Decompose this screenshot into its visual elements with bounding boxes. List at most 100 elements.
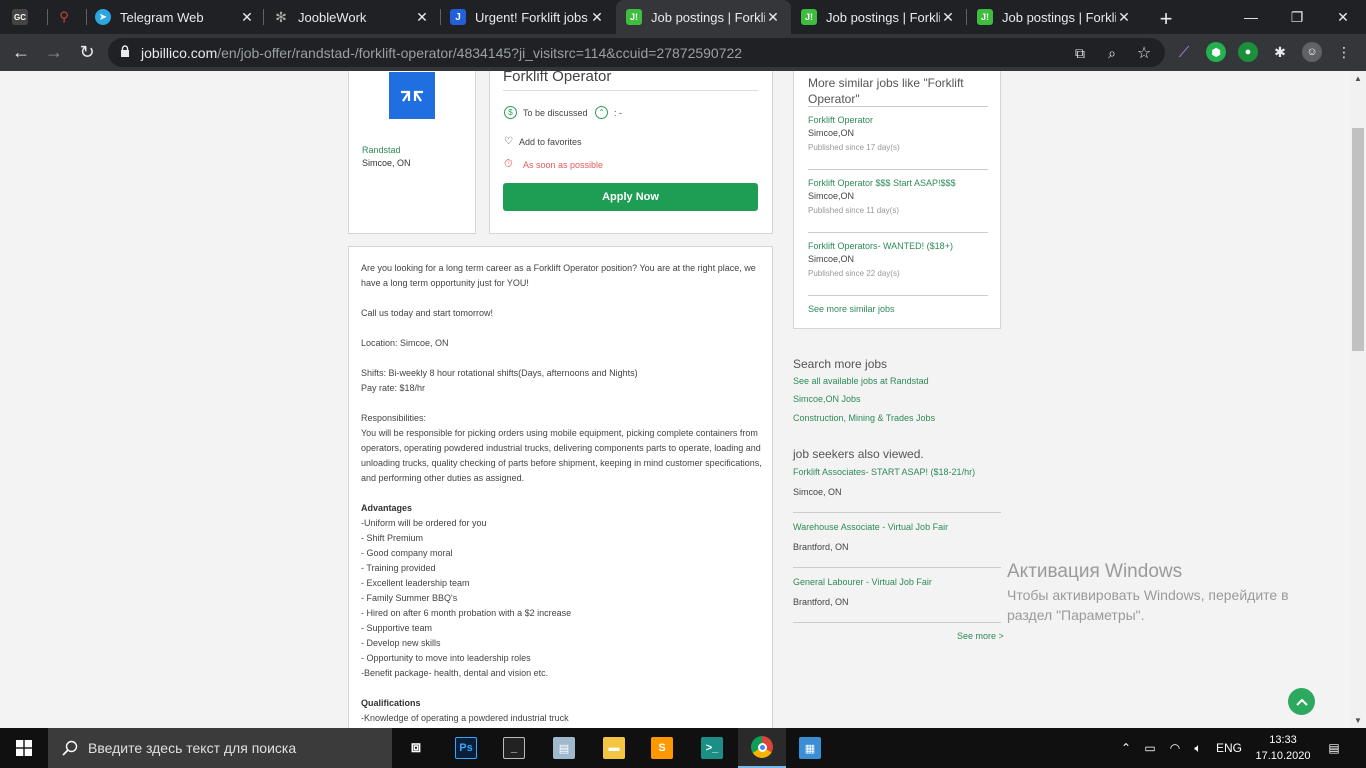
also-viewed-link[interactable]: Warehouse Associate - Virtual Job Fair	[793, 522, 948, 532]
url-text: jobillico.com/en/job-offer/randstad-/for…	[141, 45, 743, 61]
heart-icon[interactable]: ♡	[504, 136, 513, 147]
tab-job-postings-active[interactable]: J! Job postings | Forklift ✕	[616, 0, 791, 34]
location-jobs-link[interactable]: Simcoe,ON Jobs	[793, 394, 861, 404]
shell-app[interactable]: >_	[688, 728, 736, 768]
profile-avatar[interactable]: ☺	[1302, 42, 1322, 62]
control-panel-app[interactable]: ▦	[786, 728, 834, 768]
category-jobs-link[interactable]: Construction, Mining & Trades Jobs	[793, 413, 935, 423]
feather-extension-icon[interactable]: ⟋	[1174, 42, 1194, 62]
randstad-logo[interactable]	[389, 72, 435, 119]
advantages-heading: Advantages	[361, 503, 413, 513]
telegram-icon: ➤	[95, 9, 111, 25]
green-extension-icon[interactable]: ⬢	[1206, 42, 1226, 62]
close-tab-icon[interactable]: ✕	[765, 9, 781, 26]
bookmark-star-icon[interactable]: ☆	[1134, 43, 1154, 63]
taskbar-clock[interactable]: 13:33 17.10.2020	[1252, 732, 1314, 764]
chrome-app[interactable]	[738, 728, 786, 768]
tab-jooblework[interactable]: ✻ JoobleWork ✕	[273, 0, 440, 34]
advantage-item: - Good company moral	[361, 548, 453, 558]
company-jobs-link[interactable]: See all available jobs at Randstad	[793, 376, 929, 386]
address-bar[interactable]: jobillico.com/en/job-offer/randstad-/for…	[108, 38, 1165, 67]
start-button[interactable]	[0, 728, 48, 768]
similar-job-link[interactable]: Forklift Operator	[808, 114, 988, 127]
sublime-icon: S	[651, 737, 673, 759]
new-tab-button[interactable]: +	[1156, 6, 1176, 32]
scroll-down-arrow-icon[interactable]: ▼	[1354, 716, 1362, 725]
zoom-icon[interactable]: ⌕	[1102, 43, 1122, 63]
tab-urgent-forklift[interactable]: J Urgent! Forklift jobs ✕	[450, 0, 615, 34]
clock-date: 17.10.2020	[1255, 750, 1311, 762]
close-tab-icon[interactable]: ✕	[589, 9, 605, 26]
job-description-card: Are you looking for a long term career a…	[348, 246, 773, 728]
job-title: Forklift Operator	[503, 71, 612, 85]
windows-logo-icon	[16, 740, 32, 756]
also-viewed-link[interactable]: General Labourer - Virtual Job Fair	[793, 577, 932, 587]
similar-job-published: Published since 22 day(s)	[808, 269, 900, 278]
tab-pinned-gc[interactable]: GC	[12, 0, 46, 34]
reload-button[interactable]: ↻	[75, 40, 99, 64]
see-more-similar-link[interactable]: See more similar jobs	[808, 303, 988, 316]
task-view-button[interactable]: ⧈	[392, 728, 440, 768]
apply-now-button[interactable]: Apply Now	[503, 183, 758, 211]
also-viewed-link[interactable]: Forklift Associates- START ASAP! ($18-21…	[793, 467, 975, 477]
gc-favicon-icon: GC	[12, 9, 28, 25]
wifi-icon[interactable]: ◠	[1165, 728, 1185, 768]
file-explorer-app[interactable]: ▬	[590, 728, 638, 768]
close-tab-icon[interactable]: ✕	[239, 9, 255, 26]
company-link[interactable]: Randstad	[362, 145, 401, 155]
page-viewport: Randstad Simcoe, ON Forklift Operator $ …	[0, 71, 1350, 728]
schedule-icon: ⌃	[595, 106, 608, 119]
menu-kebab-icon[interactable]: ⋮	[1334, 42, 1354, 62]
add-to-favorites-link[interactable]: Add to favorites	[519, 137, 582, 147]
tab-job-postings-2[interactable]: J! Job postings | Forklift ✕	[801, 0, 966, 34]
similar-job-published: Published since 11 day(s)	[808, 206, 900, 215]
scroll-to-top-button[interactable]	[1288, 688, 1315, 715]
scroll-up-arrow-icon[interactable]: ▲	[1354, 74, 1362, 83]
company-location: Simcoe, ON	[362, 158, 411, 168]
tab-title: Job postings | Forklift	[651, 9, 765, 25]
terminal-app[interactable]: _	[490, 728, 538, 768]
taskbar-search[interactable]: Введите здесь текст для поиска	[48, 728, 392, 768]
tray-chevron-up-icon[interactable]: ⌃	[1116, 728, 1136, 768]
tab-pinned-pin[interactable]: ⚲	[56, 0, 86, 34]
page-scrollbar[interactable]: ▲ ▼	[1350, 71, 1366, 728]
similar-job-link[interactable]: Forklift Operator $$$ Start ASAP!$$$	[808, 177, 988, 190]
language-indicator[interactable]: ENG	[1212, 728, 1246, 768]
similar-job-location: Simcoe,ON	[808, 254, 855, 264]
similar-jobs-heading: More similar jobs like "Forklift Operato…	[808, 76, 964, 106]
notifications-icon[interactable]: ▤	[1322, 728, 1346, 768]
similar-job-location: Simcoe,ON	[808, 128, 855, 138]
forward-button[interactable]: →	[42, 40, 66, 64]
battery-icon[interactable]: ▭	[1140, 728, 1160, 768]
restore-button[interactable]: ❐	[1274, 0, 1320, 34]
description-location: Location: Simcoe, ON	[361, 338, 449, 348]
tab-title: Telegram Web	[120, 9, 204, 25]
description-shifts: Shifts: Bi-weekly 8 hour rotational shif…	[361, 368, 638, 378]
description-pay: Pay rate: $18/hr	[361, 383, 426, 393]
pin-favicon-icon: ⚲	[59, 9, 69, 24]
tab-job-postings-3[interactable]: J! Job postings | Forklift ✕	[977, 0, 1142, 34]
similar-job-item: Forklift Operators- WANTED! ($18+) Simco…	[808, 240, 988, 281]
close-tab-icon[interactable]: ✕	[1116, 9, 1132, 26]
close-tab-icon[interactable]: ✕	[940, 9, 956, 26]
close-tab-icon[interactable]: ✕	[414, 9, 430, 26]
extensions-puzzle-icon[interactable]: ✱	[1270, 42, 1290, 62]
vpn-extension-icon[interactable]: ●	[1238, 42, 1258, 62]
back-button[interactable]: ←	[9, 40, 33, 64]
similar-job-link[interactable]: Forklift Operators- WANTED! ($18+)	[808, 240, 988, 253]
advantage-item: - Supportive team	[361, 623, 433, 633]
see-more-also-viewed-link[interactable]: See more >	[957, 631, 1004, 641]
tab-strip: GC ⚲ ➤ Telegram Web ✕ ✻ JoobleWork ✕ J U…	[0, 0, 1366, 34]
close-window-button[interactable]: ✕	[1320, 0, 1366, 34]
minimize-button[interactable]: —	[1228, 0, 1274, 34]
sublime-app[interactable]: S	[638, 728, 686, 768]
scrollbar-thumb[interactable]	[1352, 128, 1364, 351]
tab-telegram[interactable]: ➤ Telegram Web ✕	[95, 0, 265, 34]
translate-icon[interactable]: ⧉	[1070, 43, 1090, 63]
job-description: Are you looking for a long term career a…	[361, 261, 765, 726]
volume-icon[interactable]: 🔈︎	[1188, 728, 1208, 768]
advantage-item: -Uniform will be ordered for you	[361, 518, 487, 528]
monitor-app[interactable]: ▤	[540, 728, 588, 768]
jobillico-green-icon: J!	[801, 9, 817, 25]
photoshop-app[interactable]: Ps	[442, 728, 490, 768]
